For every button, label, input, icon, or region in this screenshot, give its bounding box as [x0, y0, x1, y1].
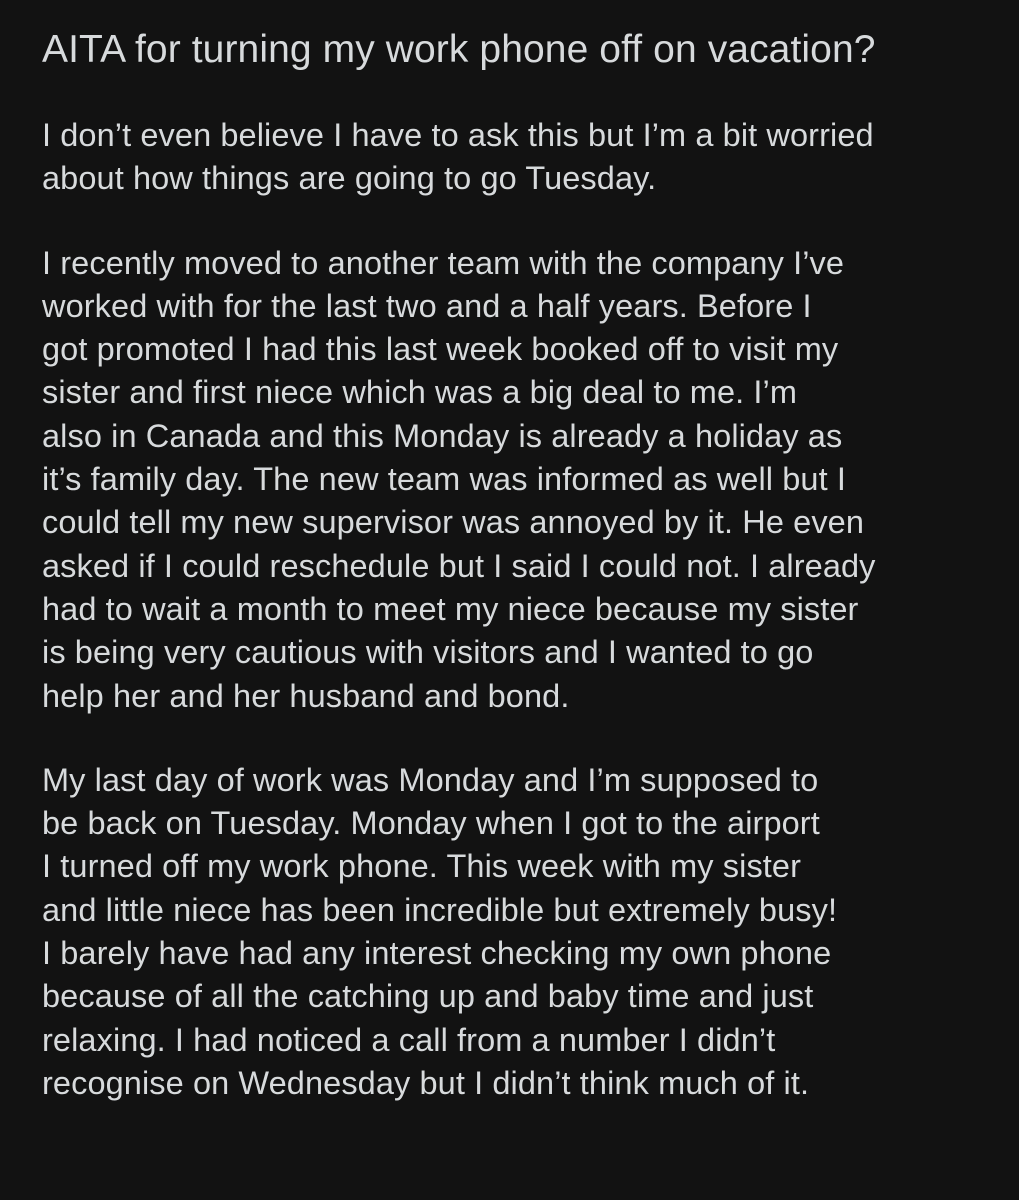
text-line: had to wait a month to meet my niece bec…: [42, 590, 859, 627]
post: AITA for turning my work phone off on va…: [0, 0, 1019, 1200]
text-line: is being very cautious with visitors and…: [42, 634, 814, 671]
text-line: recognise on Wednesday but I didn’t thin…: [42, 1064, 810, 1101]
paragraph-2: I recently moved to another team with th…: [42, 242, 979, 718]
text-line: I recently moved to another team with th…: [42, 244, 845, 281]
post-title[interactable]: AITA for turning my work phone off on va…: [42, 24, 979, 76]
text-line: and little niece has been incredible but…: [42, 891, 838, 928]
text-line: could tell my new supervisor was annoyed…: [42, 504, 865, 541]
text-line: about how things are going to go Tuesday…: [42, 160, 657, 197]
text-line: sister and first niece which was a big d…: [42, 374, 798, 411]
text-line: got promoted I had this last week booked…: [42, 331, 839, 368]
text-line: relaxing. I had noticed a call from a nu…: [42, 1021, 776, 1058]
text-line: worked with for the last two and a half …: [42, 287, 812, 324]
text-line: be back on Tuesday. Monday when I got to…: [42, 805, 820, 842]
text-line: help her and her husband and bond.: [42, 677, 570, 714]
post-body: I don’t even believe I have to ask this …: [42, 114, 979, 1105]
text-line: asked if I could reschedule but I said I…: [42, 547, 876, 584]
text-line: because of all the catching up and baby …: [42, 978, 814, 1015]
text-line: I barely have had any interest checking …: [42, 935, 832, 972]
text-line: I turned off my work phone. This week wi…: [42, 848, 802, 885]
text-line: I don’t even believe I have to ask this …: [42, 117, 874, 153]
text-line: it’s family day. The new team was inform…: [42, 461, 846, 498]
text-line: also in Canada and this Monday is alread…: [42, 417, 843, 454]
paragraph-1: I don’t even believe I have to ask this …: [42, 114, 979, 201]
text-line: My last day of work was Monday and I’m s…: [42, 761, 819, 798]
paragraph-3: My last day of work was Monday and I’m s…: [42, 759, 979, 1105]
